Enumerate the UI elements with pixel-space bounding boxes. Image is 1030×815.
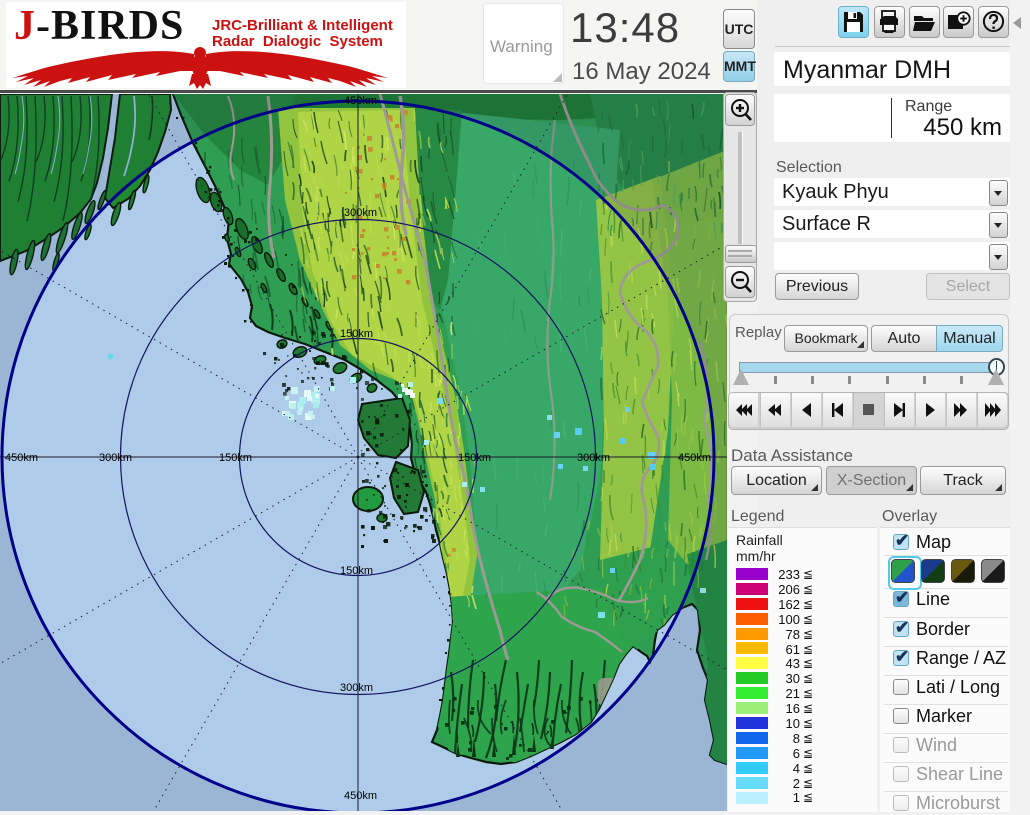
svg-text:300km: 300km — [577, 452, 610, 464]
svg-text:150km: 150km — [340, 565, 373, 577]
svg-text:150km: 150km — [340, 328, 373, 340]
svg-text:300km: 300km — [344, 207, 377, 219]
svg-text:450km: 450km — [344, 95, 377, 107]
svg-text:300km: 300km — [340, 682, 373, 694]
svg-text:450km: 450km — [5, 452, 38, 464]
svg-text:450km: 450km — [344, 790, 377, 802]
svg-text:150km: 150km — [219, 452, 252, 464]
svg-text:450km: 450km — [678, 452, 711, 464]
svg-text:300km: 300km — [99, 452, 132, 464]
svg-text:150km: 150km — [458, 452, 491, 464]
